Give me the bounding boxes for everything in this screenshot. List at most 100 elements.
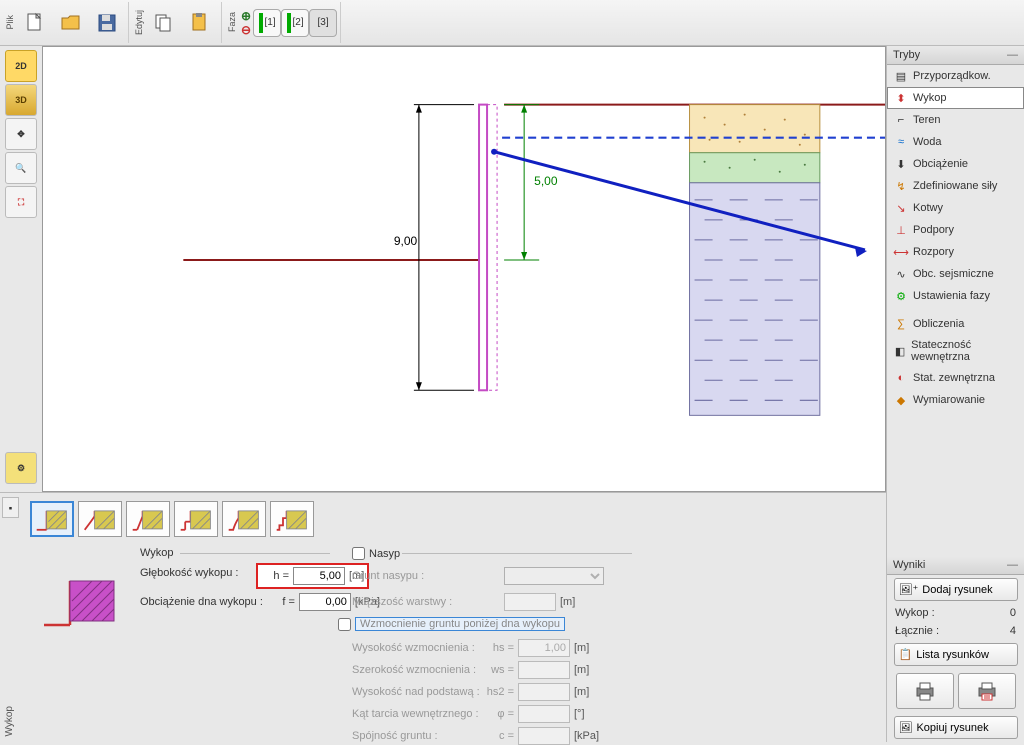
- excav-type-1[interactable]: [30, 501, 74, 537]
- add-drawing-button[interactable]: 🖼⁺Dodaj rysunek: [894, 578, 1018, 601]
- reinf-w-label: Szerokość wzmocnienia :: [352, 664, 482, 676]
- mode-calc[interactable]: ∑Obliczenia: [887, 313, 1024, 335]
- reinf-w-input[interactable]: [518, 661, 570, 679]
- reinf-h-input[interactable]: [518, 639, 570, 657]
- bottom-panel: ▪ Wykop Wykop Głębokość wykopu : h = [m]: [0, 492, 886, 742]
- mode-forces[interactable]: ↯Zdefiniowane siły: [887, 175, 1024, 197]
- stab-int-icon: ◧: [894, 344, 906, 358]
- side-label: Wykop: [2, 704, 17, 738]
- dim-total: 9,00: [394, 234, 418, 248]
- reinf-hab-input[interactable]: [518, 683, 570, 701]
- modes-list: ▤Przyporządkow. ⬍Wykop ⌐Teren ≈Woda ⬇Obc…: [887, 65, 1024, 411]
- paste-button[interactable]: [184, 7, 216, 39]
- new-file-button[interactable]: [19, 7, 51, 39]
- mode-struts[interactable]: ⟷Rozpory: [887, 241, 1024, 263]
- fit-button[interactable]: ⛶: [5, 186, 37, 218]
- reinforce-checkbox[interactable]: [338, 618, 351, 631]
- zoom-button[interactable]: 🔍: [5, 152, 37, 184]
- top-toolbar: Plik Edytuj Faza ⊕ ⊖ [1] [2] [3]: [0, 0, 1024, 46]
- phase-tab-2[interactable]: [2]: [281, 9, 309, 37]
- list-drawings-button[interactable]: 📋Lista rysunków: [894, 643, 1018, 666]
- copy-button[interactable]: [148, 7, 180, 39]
- fill-thick-input[interactable]: [504, 593, 556, 611]
- load-input[interactable]: [299, 593, 351, 611]
- load-symbol: f =: [267, 596, 295, 608]
- modes-header: Tryby —: [887, 46, 1024, 65]
- settings-icon: ⚙: [894, 289, 908, 303]
- save-file-button[interactable]: [91, 7, 123, 39]
- water-icon: ≈: [894, 135, 908, 149]
- corner-tab[interactable]: ▪: [2, 497, 19, 518]
- excavation-type-picker: [30, 501, 314, 537]
- seismic-icon: ∿: [894, 267, 908, 281]
- minimize-results-button[interactable]: —: [1007, 559, 1018, 571]
- print-button[interactable]: [896, 673, 954, 709]
- mode-assign[interactable]: ▤Przyporządkow.: [887, 65, 1024, 87]
- right-panel: Tryby — ▤Przyporządkow. ⬍Wykop ⌐Teren ≈W…: [886, 46, 1024, 742]
- nasyp-checkbox[interactable]: [352, 547, 365, 560]
- view-3d-button[interactable]: 3D: [5, 84, 37, 116]
- fieldset-nasyp-label: Nasyp: [369, 548, 400, 560]
- phase-tab-3[interactable]: [3]: [309, 9, 337, 37]
- excav-type-3[interactable]: [126, 501, 170, 537]
- mode-phase-settings[interactable]: ⚙Ustawienia fazy: [887, 285, 1024, 307]
- drawing-canvas[interactable]: 9,00 5,00: [42, 46, 886, 492]
- mode-dimensioning[interactable]: ◆Wymiarowanie: [887, 389, 1024, 411]
- phase-group-label: Faza: [225, 12, 239, 32]
- fric-input[interactable]: [518, 705, 570, 723]
- minimize-modes-button[interactable]: —: [1007, 49, 1018, 61]
- list-icon: 📋: [899, 648, 913, 661]
- mode-terrain[interactable]: ⌐Teren: [887, 109, 1024, 131]
- phase-tab-1[interactable]: [1]: [253, 9, 281, 37]
- stab-ext-icon: ◐: [894, 371, 908, 385]
- excavation-icon: ⬍: [894, 91, 908, 105]
- pan-button[interactable]: ✥: [5, 118, 37, 150]
- settings-button[interactable]: ⚙: [5, 452, 37, 484]
- mode-stab-ext[interactable]: ◐Stat. zewnętrzna: [887, 367, 1024, 389]
- anchor-icon: ↘: [894, 201, 908, 215]
- depth-input[interactable]: [293, 567, 345, 585]
- mode-seismic[interactable]: ∿Obc. sejsmiczne: [887, 263, 1024, 285]
- mode-supports[interactable]: ⊥Podpory: [887, 219, 1024, 241]
- mode-excavation[interactable]: ⬍Wykop: [887, 87, 1024, 109]
- dim-excavation: 5,00: [534, 174, 558, 188]
- main-area: 2D 3D ✥ 🔍 ⛶ ⚙ 9,00 5,00: [0, 46, 886, 492]
- form-area: Wykop Głębokość wykopu : h = [m] Obciąże…: [40, 547, 876, 738]
- print-color-button[interactable]: [958, 673, 1016, 709]
- excav-type-2[interactable]: [78, 501, 122, 537]
- force-icon: ↯: [894, 179, 908, 193]
- coh-input[interactable]: [518, 727, 570, 745]
- fill-soil-select[interactable]: [504, 567, 604, 585]
- fieldset-wykop-label: Wykop: [140, 547, 174, 559]
- excav-type-4[interactable]: [174, 501, 218, 537]
- fric-label: Kąt tarcia wewnętrznego :: [352, 708, 482, 720]
- mode-anchors[interactable]: ↘Kotwy: [887, 197, 1024, 219]
- reinf-hab-label: Wysokość nad podstawą :: [352, 686, 482, 698]
- terrain-icon: ⌐: [894, 113, 908, 127]
- mode-water[interactable]: ≈Woda: [887, 131, 1024, 153]
- copy-drawing-button[interactable]: 🖼Kopiuj rysunek: [894, 716, 1018, 739]
- coh-label: Spójność gruntu :: [352, 730, 482, 742]
- mini-preview: [40, 571, 120, 631]
- file-group-label: Plik: [3, 15, 17, 30]
- excav-type-6[interactable]: [270, 501, 314, 537]
- left-toolbar: 2D 3D ✥ 🔍 ⛶ ⚙: [0, 46, 42, 492]
- dim-icon: ◆: [894, 393, 908, 407]
- reinf-h-label: Wysokość wzmocnienia :: [352, 642, 482, 654]
- assign-icon: ▤: [894, 69, 908, 83]
- mode-load[interactable]: ⬇Obciążenie: [887, 153, 1024, 175]
- calc-icon: ∑: [894, 317, 908, 331]
- mode-stab-int[interactable]: ◧Stateczność wewnętrzna: [887, 335, 1024, 367]
- copy-drawing-icon: 🖼: [899, 721, 913, 734]
- fill-soil-label: Grunt nasypu :: [352, 570, 500, 582]
- edit-group-label: Edytuj: [132, 10, 146, 35]
- fill-thick-label: Miąższość warstwy :: [352, 596, 500, 608]
- open-file-button[interactable]: [55, 7, 87, 39]
- load-icon: ⬇: [894, 157, 908, 171]
- depth-symbol: h =: [261, 570, 289, 582]
- add-phase-button[interactable]: ⊕: [241, 9, 251, 23]
- excav-type-5[interactable]: [222, 501, 266, 537]
- remove-phase-button[interactable]: ⊖: [241, 23, 251, 37]
- depth-label: Głębokość wykopu :: [140, 567, 255, 579]
- view-2d-button[interactable]: 2D: [5, 50, 37, 82]
